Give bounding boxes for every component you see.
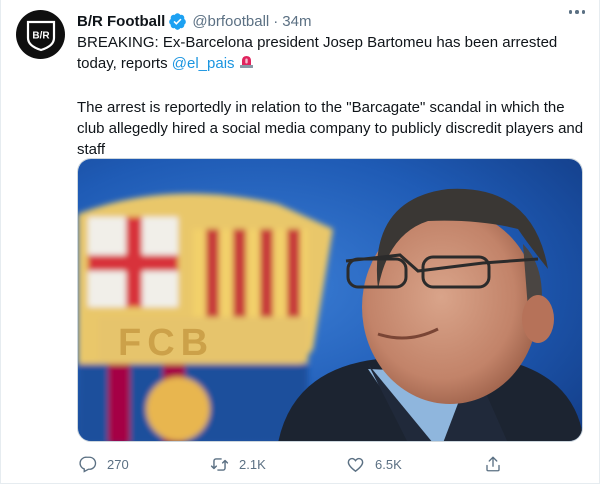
retweet-count: 2.1K — [239, 456, 266, 472]
avatar-text: B/R — [32, 30, 50, 41]
avatar[interactable]: B/R — [16, 10, 65, 59]
verified-badge-icon — [168, 12, 187, 31]
author-handle[interactable]: @brfootball — [192, 13, 269, 30]
reply-button[interactable]: 270 — [79, 455, 129, 473]
reply-icon — [79, 456, 97, 473]
crest-letters: FCB — [118, 322, 214, 364]
siren-icon — [238, 53, 255, 76]
tweet-timestamp[interactable]: 34m — [282, 13, 311, 30]
bartomeu-photo: FCB — [78, 159, 582, 441]
like-button[interactable]: 6.5K — [346, 455, 402, 474]
br-logo-icon: B/R — [26, 20, 55, 51]
tweet-text-para2: The arrest is reportedly in relation to … — [77, 99, 584, 158]
like-count: 6.5K — [375, 456, 402, 472]
retweet-icon — [210, 457, 229, 471]
share-button[interactable] — [484, 455, 502, 473]
tweet-card[interactable]: B/R B/R Football @brfootball · 34m BREAK… — [0, 0, 600, 484]
tweet-header: B/R Football @brfootball · 34m — [77, 11, 587, 31]
more-options-icon[interactable] — [568, 10, 585, 14]
author-name[interactable]: B/R Football — [77, 13, 165, 30]
like-icon — [347, 457, 364, 472]
tweet-text-line1: BREAKING: Ex-Barcelona president Josep B… — [77, 34, 558, 72]
mention-link[interactable]: @el_pais — [172, 55, 235, 72]
reply-count: 270 — [107, 456, 129, 472]
retweet-button[interactable]: 2.1K — [210, 455, 266, 474]
share-icon — [486, 456, 500, 472]
tweet-text: BREAKING: Ex-Barcelona president Josep B… — [77, 32, 587, 160]
tweet-actions: 270 2.1K 6.5K — [77, 452, 587, 476]
separator-dot: · — [273, 12, 279, 30]
tweet-image[interactable]: FCB — [77, 158, 583, 442]
